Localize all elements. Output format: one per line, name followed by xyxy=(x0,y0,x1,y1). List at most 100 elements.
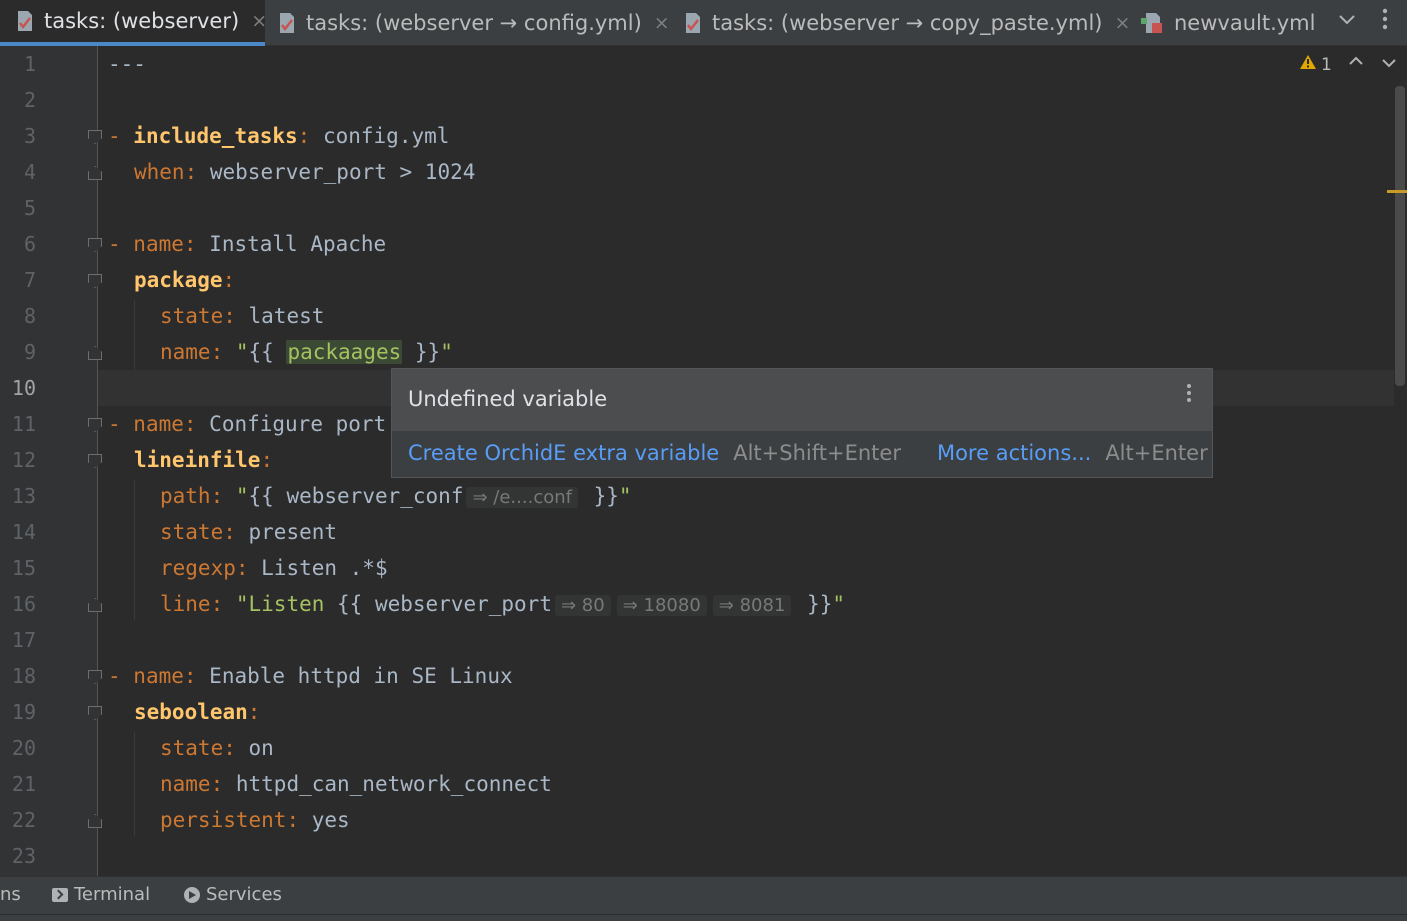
code-line[interactable]: name: "{{ packaages }}" xyxy=(108,334,453,370)
yaml-colon: : xyxy=(223,520,249,544)
yaml-colon: : xyxy=(260,448,274,472)
code-line[interactable]: lineinfile: xyxy=(108,442,273,478)
chevron-up-icon[interactable] xyxy=(1348,52,1364,71)
list-dash: - xyxy=(108,412,134,436)
warning-triangle-icon xyxy=(1299,54,1317,75)
line-number: 18 xyxy=(11,664,36,688)
jinja-variable: webserver_conf xyxy=(286,484,464,508)
code-line[interactable]: - name: Enable httpd in SE Linux xyxy=(108,658,513,694)
chevron-down-icon[interactable] xyxy=(1338,10,1356,31)
code-line[interactable]: state: present xyxy=(108,514,337,550)
inlay-value-hint[interactable]: ⇒ 80 xyxy=(554,595,611,616)
code-line[interactable]: package: xyxy=(108,262,235,298)
yaml-key: name xyxy=(133,412,184,436)
yaml-key: include_tasks xyxy=(133,124,298,148)
inlay-value-hint[interactable]: ⇒ /e....conf xyxy=(466,487,578,508)
tab-webserver-copy-paste[interactable]: tasks: (webserver → copy_paste.yml) × xyxy=(684,0,1130,46)
line-number: 2 xyxy=(23,88,36,112)
yaml-key: path xyxy=(160,484,211,508)
line-number: 23 xyxy=(11,844,36,868)
tab-newvault[interactable]: newvault.yml xyxy=(1140,0,1330,46)
line-number: 13 xyxy=(11,484,36,508)
tab-label: tasks: (webserver → copy_paste.yml) xyxy=(712,11,1103,35)
code-line[interactable]: - name: Install Apache xyxy=(108,226,386,262)
terminal-tool-button[interactable]: Terminal xyxy=(52,884,150,905)
tab-webserver-config[interactable]: tasks: (webserver → config.yml) × xyxy=(278,0,670,46)
yaml-value: on xyxy=(248,736,274,760)
tool-window-truncated[interactable]: ns xyxy=(0,884,21,905)
code-line[interactable]: seboolean: xyxy=(108,694,260,730)
string-quote: " xyxy=(235,484,249,508)
line-number: 14 xyxy=(11,520,36,544)
more-vertical-icon[interactable] xyxy=(1382,8,1388,35)
inlay-value-hint[interactable]: ⇒ 8081 xyxy=(712,595,792,616)
yaml-key: state xyxy=(160,520,224,544)
yaml-colon: : xyxy=(183,412,210,436)
jinja-close: }} xyxy=(580,484,619,508)
line-number: 22 xyxy=(11,808,36,832)
line-number: 12 xyxy=(11,448,36,472)
yaml-file-icon xyxy=(684,12,702,34)
code-line[interactable]: state: latest xyxy=(108,298,324,334)
string-quote: " xyxy=(440,340,453,364)
jinja-close: }} xyxy=(794,592,833,616)
vertical-scrollbar[interactable] xyxy=(1395,86,1405,386)
tool-window-label: ns xyxy=(0,884,21,905)
jinja-open: {{ xyxy=(337,592,375,616)
code-line[interactable]: when: webserver_port > 1024 xyxy=(108,154,475,190)
code-line[interactable]: name: httpd_can_network_connect xyxy=(108,766,552,802)
tool-window-bar: ns Terminal Services xyxy=(0,876,1407,914)
shortcut-hint: Alt+Shift+Enter xyxy=(733,441,901,465)
code-line[interactable]: - name: Configure port xyxy=(108,406,386,442)
tool-window-label: Services xyxy=(206,884,282,905)
code-line[interactable]: state: on xyxy=(108,730,274,766)
inlay-value-hint[interactable]: ⇒ 18080 xyxy=(616,595,707,616)
line-number: 20 xyxy=(11,736,36,760)
code-line[interactable]: persistent: yes xyxy=(108,802,350,838)
code-line[interactable]: regexp: Listen .*$ xyxy=(108,550,388,586)
jinja-close: }} xyxy=(402,340,441,364)
yaml-document-marker: --- xyxy=(108,52,146,76)
code-line[interactable]: path: "{{ webserver_conf ⇒ /e....conf }}" xyxy=(108,478,632,514)
create-extra-variable-link[interactable]: Create OrchidE extra variable xyxy=(408,441,719,465)
warning-stripe-marker[interactable] xyxy=(1387,190,1407,193)
tool-window-label: Terminal xyxy=(74,884,151,905)
yaml-key: when xyxy=(134,160,185,184)
line-number: 21 xyxy=(11,772,36,796)
yaml-colon: : xyxy=(235,556,262,580)
list-dash: - xyxy=(108,664,134,688)
inspection-widget[interactable]: 1 xyxy=(1299,54,1332,75)
code-line[interactable]: - include_tasks: config.yml xyxy=(108,118,449,154)
yaml-key: regexp xyxy=(160,556,236,580)
close-icon[interactable]: × xyxy=(251,10,267,32)
yaml-key: line xyxy=(160,592,211,616)
popup-title: Undefined variable xyxy=(408,387,608,411)
string-quote: " xyxy=(235,340,249,364)
undefined-variable-highlight[interactable]: packaages xyxy=(286,340,403,364)
yaml-value: Enable httpd in SE Linux xyxy=(209,664,513,688)
line-number: 15 xyxy=(11,556,36,580)
yaml-colon: : xyxy=(223,304,249,328)
close-icon[interactable]: × xyxy=(654,12,670,34)
code-line[interactable]: --- xyxy=(108,46,146,82)
chevron-down-icon[interactable] xyxy=(1381,54,1397,73)
popup-header: Undefined variable xyxy=(392,369,1212,431)
close-icon[interactable]: × xyxy=(1114,12,1130,34)
terminal-icon xyxy=(52,887,68,902)
tab-webserver[interactable]: tasks: (webserver) × xyxy=(0,0,267,46)
code-line[interactable]: line: "Listen {{ webserver_port ⇒ 80 ⇒ 180… xyxy=(108,586,845,622)
more-actions-link[interactable]: More actions... xyxy=(937,441,1091,465)
more-vertical-icon[interactable] xyxy=(1186,383,1192,408)
line-number: 3 xyxy=(23,124,36,148)
services-tool-button[interactable]: Services xyxy=(184,884,282,905)
string-quote: " xyxy=(832,592,845,616)
yaml-value: webserver_port > 1024 xyxy=(209,160,476,184)
yaml-colon: : xyxy=(286,808,312,832)
string-literal: "Listen xyxy=(235,592,338,616)
list-dash: - xyxy=(108,232,134,256)
yaml-value: latest xyxy=(248,304,325,328)
yaml-key: name xyxy=(160,340,211,364)
yaml-colon: : xyxy=(247,700,261,724)
jinja-open: {{ xyxy=(248,484,287,508)
line-number: 1 xyxy=(23,52,36,76)
